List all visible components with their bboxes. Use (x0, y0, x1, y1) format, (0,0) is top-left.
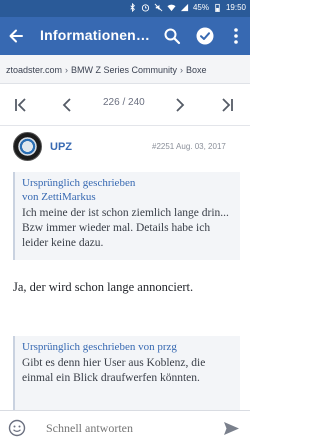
next-page-icon[interactable] (172, 97, 188, 113)
chevron-right-icon: › (65, 65, 69, 75)
current-page: 226 (103, 97, 120, 108)
breadcrumb-item[interactable]: Boxe (186, 65, 207, 75)
status-bar: 45% 19:50 (0, 0, 250, 17)
clock-time: 19:50 (225, 3, 246, 12)
page-indicator[interactable]: 226 / 240 (103, 97, 145, 108)
bluetooth-icon (128, 3, 137, 12)
post-number: #2251 (152, 142, 175, 151)
quick-reply-input[interactable] (46, 419, 206, 437)
battery-percent: 45% (192, 3, 209, 12)
first-page-icon[interactable] (13, 97, 29, 113)
page-separator: / (119, 97, 129, 108)
breadcrumb-item[interactable]: BMW Z Series Community (71, 65, 177, 75)
prev-page-icon[interactable] (59, 97, 75, 113)
quote-attribution[interactable]: Ursprünglich geschrieben von przg (22, 340, 234, 354)
quote-block: Ursprünglich geschrieben von ZettiMarkus… (13, 172, 240, 260)
post-author[interactable]: UPZ (50, 141, 72, 153)
signal-icon (180, 3, 189, 12)
breadcrumb: ztoadster.com › BMW Z Series Community ›… (0, 55, 250, 84)
quote-block: Ursprünglich geschrieben von przg Gibt e… (13, 336, 240, 410)
quick-reply-bar (0, 410, 250, 445)
alarm-icon (141, 3, 150, 12)
breadcrumb-item[interactable]: ztoadster.com (6, 65, 62, 75)
back-arrow-icon[interactable] (6, 26, 26, 46)
thread-title: Informationen… (40, 27, 151, 43)
post-body: Ja, der wird schon lange annonciert. (13, 280, 194, 294)
total-pages: 240 (128, 97, 145, 108)
avatar[interactable] (13, 132, 42, 161)
post-date: Aug. 03, 2017 (176, 142, 226, 151)
mute-icon (154, 3, 163, 12)
send-icon[interactable] (223, 420, 240, 437)
quote-header-line: Ursprünglich geschrieben (22, 177, 136, 189)
more-vert-icon[interactable] (229, 27, 243, 45)
post-header: UPZ #2251 Aug. 03, 2017 (0, 126, 250, 168)
battery-icon (213, 3, 222, 12)
chevron-right-icon: › (180, 65, 184, 75)
quote-attribution[interactable]: Ursprünglich geschrieben von ZettiMarkus (22, 176, 234, 204)
quote-text: Gibt es denn hier User aus Koblenz, die … (22, 357, 206, 384)
quote-header-line: von ZettiMarkus (22, 191, 96, 203)
post-meta: #2251 Aug. 03, 2017 (152, 142, 226, 151)
search-icon[interactable] (163, 27, 181, 45)
check-circle-icon[interactable] (196, 27, 214, 45)
page-navigator: 226 / 240 (0, 84, 250, 126)
wifi-icon (167, 3, 176, 12)
emoji-icon[interactable] (8, 419, 26, 437)
last-page-icon[interactable] (219, 97, 235, 113)
quote-text: Ich meine der ist schon ziemlich lange d… (22, 207, 229, 249)
app-bar: Informationen… (0, 17, 250, 55)
